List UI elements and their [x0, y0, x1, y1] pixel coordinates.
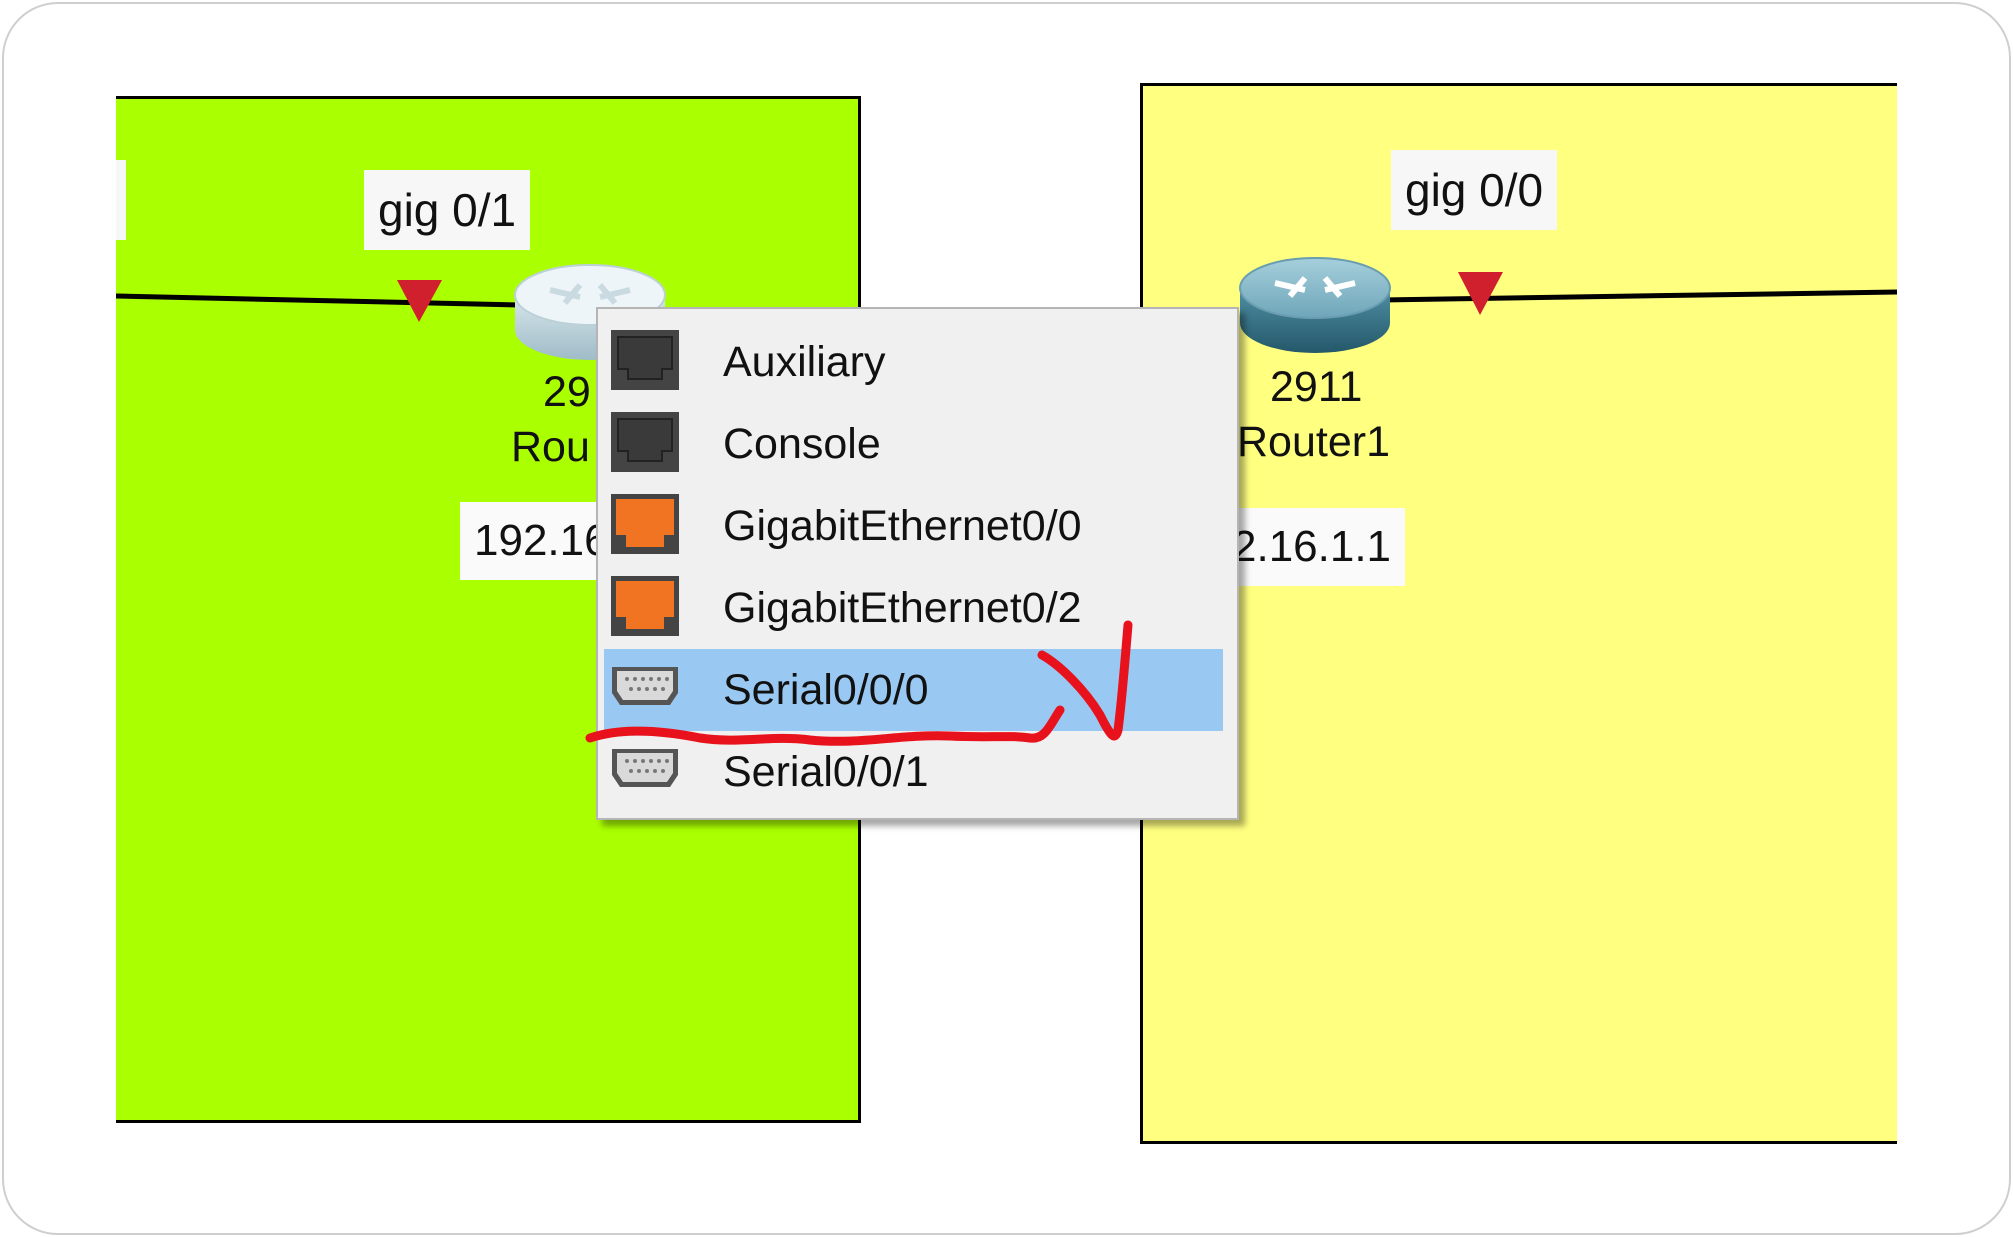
ethernet-port-icon [611, 576, 679, 636]
link-label-gig-0-1: gig 0/1 [364, 170, 531, 250]
menu-item-label: Serial0/0/1 [723, 748, 929, 796]
link-label-gig-0-0: gig 0/0 [1391, 150, 1558, 230]
workspace-canvas[interactable]: gig 0/1 gig 0/0 29 Rou 192.16 2911 Route… [0, 0, 2013, 1237]
menu-item-gigabitethernet0-0[interactable]: GigabitEthernet0/0 [604, 485, 1223, 567]
menu-item-console[interactable]: Console [604, 403, 1223, 485]
left-link-cable [115, 293, 521, 308]
menu-item-label: Console [723, 420, 881, 468]
serial-port-icon [612, 667, 678, 705]
partial-label [116, 160, 126, 240]
ethernet-port-icon [611, 494, 679, 554]
left-router-name: Rou [511, 423, 590, 471]
right-router-name: Router1 [1237, 418, 1390, 466]
rj45-port-icon [611, 330, 679, 390]
menu-item-label: GigabitEthernet0/0 [723, 502, 1082, 550]
serial-port-icon [612, 749, 678, 787]
menu-item-label: Serial0/0/0 [723, 666, 929, 714]
link-down-indicator-right [1458, 272, 1503, 315]
menu-item-gigabitethernet0-2[interactable]: GigabitEthernet0/2 [604, 567, 1223, 649]
left-router-model: 29 [543, 368, 591, 416]
right-router-model: 2911 [1270, 363, 1363, 411]
menu-item-label: Auxiliary [723, 338, 886, 386]
port-selection-menu: Auxiliary Console GigabitEthernet0/0 Gig… [596, 307, 1239, 820]
rj45-port-icon [611, 412, 679, 472]
right-router-ip: 2.16.1.1 [1232, 508, 1406, 586]
menu-item-serial0-0-0[interactable]: Serial0/0/0 [604, 649, 1223, 731]
menu-item-serial0-0-1[interactable]: Serial0/0/1 [604, 731, 1223, 813]
router-icon[interactable] [1235, 248, 1395, 358]
menu-item-label: GigabitEthernet0/2 [723, 584, 1082, 632]
menu-item-auxiliary[interactable]: Auxiliary [604, 321, 1223, 403]
right-link-cable [1379, 289, 1898, 303]
